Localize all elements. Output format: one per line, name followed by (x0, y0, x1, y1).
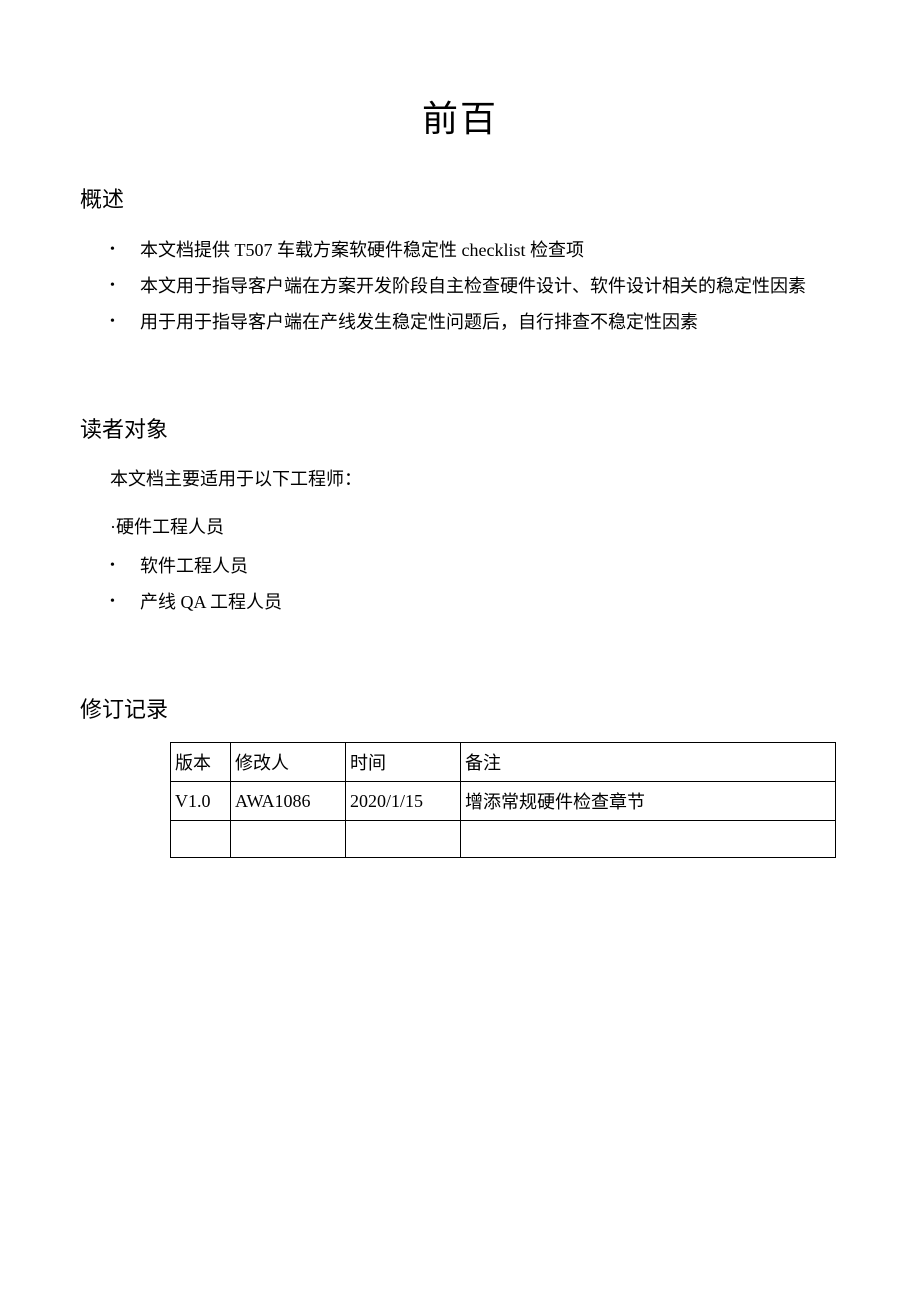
table-header-cell: 修改人 (231, 743, 346, 782)
list-item: 用于用于指导客户端在产线发生稳定性问题后，自行排查不稳定性因素 (140, 304, 840, 340)
table-row: V1.0 AWA1086 2020/1/15 增添常规硬件检查章节 (171, 782, 836, 821)
list-item: 软件工程人员 (140, 548, 840, 584)
table-header-cell: 备注 (461, 743, 836, 782)
table-header-cell: 时间 (346, 743, 461, 782)
table-cell: AWA1086 (231, 782, 346, 821)
overview-list: 本文档提供 T507 车载方案软硬件稳定性 checklist 检查项 本文用于… (80, 232, 840, 340)
table-cell (231, 821, 346, 858)
table-cell: V1.0 (171, 782, 231, 821)
table-cell (346, 821, 461, 858)
audience-intro: 本文档主要适用于以下工程师： (110, 462, 840, 496)
audience-heading: 读者对象 (80, 412, 840, 444)
document-page: 前百 概述 本文档提供 T507 车载方案软硬件稳定性 checklist 检查… (0, 0, 920, 1301)
revisions-heading: 修订记录 (80, 692, 840, 724)
list-item: 产线 QA 工程人员 (140, 584, 840, 620)
audience-list: 软件工程人员 产线 QA 工程人员 (80, 548, 840, 620)
table-row (171, 821, 836, 858)
overview-heading: 概述 (80, 182, 840, 214)
list-item: 本文用于指导客户端在方案开发阶段自主检查硬件设计、软件设计相关的稳定性因素 (140, 268, 840, 304)
table-header-row: 版本 修改人 时间 备注 (171, 743, 836, 782)
page-title: 前百 (80, 90, 840, 142)
table-cell: 增添常规硬件检查章节 (461, 782, 836, 821)
table-cell: 2020/1/15 (346, 782, 461, 821)
revisions-table: 版本 修改人 时间 备注 V1.0 AWA1086 2020/1/15 增添常规… (170, 742, 836, 858)
table-header-cell: 版本 (171, 743, 231, 782)
table-cell (461, 821, 836, 858)
list-item: 本文档提供 T507 车载方案软硬件稳定性 checklist 检查项 (140, 232, 840, 268)
table-cell (171, 821, 231, 858)
audience-plain-item: ·硬件工程人员 (110, 510, 840, 544)
